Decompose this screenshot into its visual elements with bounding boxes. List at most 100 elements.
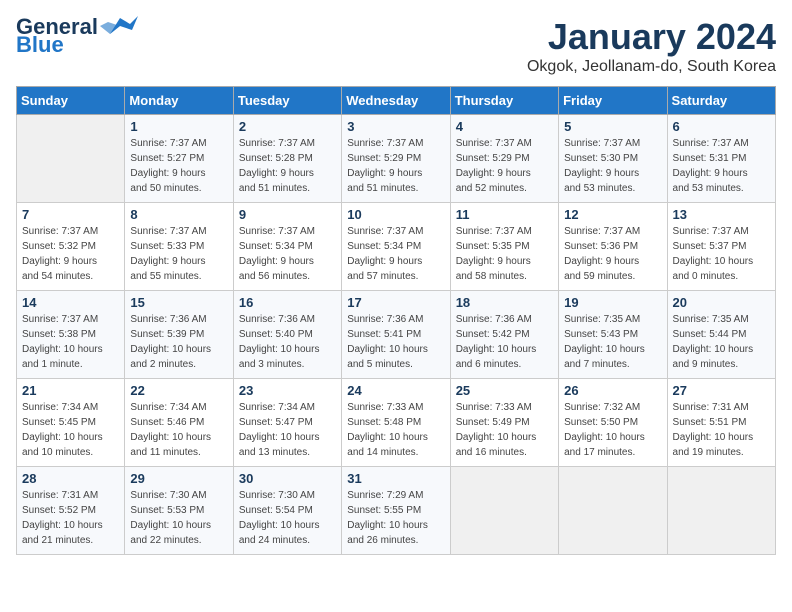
day-cell: 1 Sunrise: 7:37 AMSunset: 5:27 PMDaylight… xyxy=(125,115,233,203)
day-cell: 10 Sunrise: 7:37 AMSunset: 5:34 PMDayligh… xyxy=(342,203,450,291)
day-number: 15 xyxy=(130,295,227,310)
day-info: Sunrise: 7:36 AMSunset: 5:42 PMDaylight:… xyxy=(456,312,553,372)
day-info: Sunrise: 7:37 AMSunset: 5:27 PMDaylight:… xyxy=(130,136,227,196)
day-cell: 24 Sunrise: 7:33 AMSunset: 5:48 PMDayligh… xyxy=(342,379,450,467)
day-info: Sunrise: 7:32 AMSunset: 5:50 PMDaylight:… xyxy=(564,400,661,460)
day-info: Sunrise: 7:36 AMSunset: 5:40 PMDaylight:… xyxy=(239,312,336,372)
day-cell: 13Sunrise: 7:37 AMSunset: 5:37 PMDayligh… xyxy=(667,203,775,291)
day-cell xyxy=(450,467,558,555)
calendar-subtitle: Okgok, Jeollanam-do, South Korea xyxy=(527,58,776,76)
day-info: Sunrise: 7:37 AMSunset: 5:38 PMDaylight:… xyxy=(22,312,119,372)
day-cell: 17 Sunrise: 7:36 AMSunset: 5:41 PMDayligh… xyxy=(342,291,450,379)
day-cell: 18 Sunrise: 7:36 AMSunset: 5:42 PMDayligh… xyxy=(450,291,558,379)
day-number: 10 xyxy=(347,207,444,222)
logo-blue-text: Blue xyxy=(16,34,64,56)
calendar-title: January 2024 xyxy=(527,16,776,58)
day-number: 27 xyxy=(673,383,770,398)
day-cell: 5 Sunrise: 7:37 AMSunset: 5:30 PMDaylight… xyxy=(559,115,667,203)
day-info: Sunrise: 7:33 AMSunset: 5:48 PMDaylight:… xyxy=(347,400,444,460)
week-row-5: 28 Sunrise: 7:31 AMSunset: 5:52 PMDayligh… xyxy=(17,467,776,555)
day-info: Sunrise: 7:37 AMSunset: 5:36 PMDaylight:… xyxy=(564,224,661,284)
day-info: Sunrise: 7:31 AMSunset: 5:52 PMDaylight:… xyxy=(22,488,119,548)
day-cell: 7 Sunrise: 7:37 AMSunset: 5:32 PMDaylight… xyxy=(17,203,125,291)
week-row-2: 7 Sunrise: 7:37 AMSunset: 5:32 PMDaylight… xyxy=(17,203,776,291)
day-info: Sunrise: 7:31 AMSunset: 5:51 PMDaylight:… xyxy=(673,400,770,460)
day-info: Sunrise: 7:37 AMSunset: 5:35 PMDaylight:… xyxy=(456,224,553,284)
day-info: Sunrise: 7:37 AMSunset: 5:29 PMDaylight:… xyxy=(456,136,553,196)
day-info: Sunrise: 7:35 AMSunset: 5:43 PMDaylight:… xyxy=(564,312,661,372)
day-info: Sunrise: 7:37 AMSunset: 5:33 PMDaylight:… xyxy=(130,224,227,284)
column-header-monday: Monday xyxy=(125,87,233,115)
day-number: 4 xyxy=(456,119,553,134)
day-info: Sunrise: 7:37 AMSunset: 5:29 PMDaylight:… xyxy=(347,136,444,196)
day-number: 12 xyxy=(564,207,661,222)
day-cell xyxy=(17,115,125,203)
column-header-sunday: Sunday xyxy=(17,87,125,115)
column-header-saturday: Saturday xyxy=(667,87,775,115)
day-info: Sunrise: 7:35 AMSunset: 5:44 PMDaylight:… xyxy=(673,312,770,372)
page-header: General Blue January 2024 Okgok, Jeollan… xyxy=(16,16,776,76)
day-number: 11 xyxy=(456,207,553,222)
day-number: 3 xyxy=(347,119,444,134)
day-number: 29 xyxy=(130,471,227,486)
day-info: Sunrise: 7:34 AMSunset: 5:45 PMDaylight:… xyxy=(22,400,119,460)
day-cell: 16 Sunrise: 7:36 AMSunset: 5:40 PMDayligh… xyxy=(233,291,341,379)
day-cell: 4 Sunrise: 7:37 AMSunset: 5:29 PMDaylight… xyxy=(450,115,558,203)
day-info: Sunrise: 7:37 AMSunset: 5:28 PMDaylight:… xyxy=(239,136,336,196)
logo-bird-icon xyxy=(100,16,138,38)
week-row-1: 1 Sunrise: 7:37 AMSunset: 5:27 PMDaylight… xyxy=(17,115,776,203)
day-info: Sunrise: 7:29 AMSunset: 5:55 PMDaylight:… xyxy=(347,488,444,548)
day-number: 21 xyxy=(22,383,119,398)
day-number: 8 xyxy=(130,207,227,222)
day-number: 20 xyxy=(673,295,770,310)
day-info: Sunrise: 7:37 AMSunset: 5:30 PMDaylight:… xyxy=(564,136,661,196)
day-cell: 6 Sunrise: 7:37 AMSunset: 5:31 PMDaylight… xyxy=(667,115,775,203)
day-info: Sunrise: 7:30 AMSunset: 5:54 PMDaylight:… xyxy=(239,488,336,548)
day-number: 31 xyxy=(347,471,444,486)
day-info: Sunrise: 7:37 AMSunset: 5:34 PMDaylight:… xyxy=(239,224,336,284)
day-number: 5 xyxy=(564,119,661,134)
day-number: 23 xyxy=(239,383,336,398)
day-number: 1 xyxy=(130,119,227,134)
day-cell: 27 Sunrise: 7:31 AMSunset: 5:51 PMDayligh… xyxy=(667,379,775,467)
day-info: Sunrise: 7:37 AMSunset: 5:34 PMDaylight:… xyxy=(347,224,444,284)
day-cell: 12 Sunrise: 7:37 AMSunset: 5:36 PMDayligh… xyxy=(559,203,667,291)
day-cell xyxy=(559,467,667,555)
day-number: 18 xyxy=(456,295,553,310)
column-header-thursday: Thursday xyxy=(450,87,558,115)
day-number: 14 xyxy=(22,295,119,310)
day-number: 22 xyxy=(130,383,227,398)
logo: General Blue xyxy=(16,16,138,56)
day-info: Sunrise: 7:36 AMSunset: 5:39 PMDaylight:… xyxy=(130,312,227,372)
day-cell: 3 Sunrise: 7:37 AMSunset: 5:29 PMDaylight… xyxy=(342,115,450,203)
week-row-4: 21 Sunrise: 7:34 AMSunset: 5:45 PMDayligh… xyxy=(17,379,776,467)
day-cell: 15 Sunrise: 7:36 AMSunset: 5:39 PMDayligh… xyxy=(125,291,233,379)
day-info: Sunrise: 7:37 AMSunset: 5:31 PMDaylight:… xyxy=(673,136,770,196)
day-number: 24 xyxy=(347,383,444,398)
day-number: 16 xyxy=(239,295,336,310)
day-number: 13 xyxy=(673,207,770,222)
day-number: 17 xyxy=(347,295,444,310)
day-number: 6 xyxy=(673,119,770,134)
day-cell: 2Sunrise: 7:37 AMSunset: 5:28 PMDaylight… xyxy=(233,115,341,203)
day-info: Sunrise: 7:37 AMSunset: 5:32 PMDaylight:… xyxy=(22,224,119,284)
day-cell xyxy=(667,467,775,555)
calendar-header-row: SundayMondayTuesdayWednesdayThursdayFrid… xyxy=(17,87,776,115)
day-info: Sunrise: 7:34 AMSunset: 5:47 PMDaylight:… xyxy=(239,400,336,460)
day-number: 28 xyxy=(22,471,119,486)
day-cell: 28 Sunrise: 7:31 AMSunset: 5:52 PMDayligh… xyxy=(17,467,125,555)
day-number: 7 xyxy=(22,207,119,222)
title-block: January 2024 Okgok, Jeollanam-do, South … xyxy=(527,16,776,76)
day-info: Sunrise: 7:33 AMSunset: 5:49 PMDaylight:… xyxy=(456,400,553,460)
column-header-friday: Friday xyxy=(559,87,667,115)
day-cell: 25Sunrise: 7:33 AMSunset: 5:49 PMDayligh… xyxy=(450,379,558,467)
day-info: Sunrise: 7:30 AMSunset: 5:53 PMDaylight:… xyxy=(130,488,227,548)
day-cell: 20 Sunrise: 7:35 AMSunset: 5:44 PMDayligh… xyxy=(667,291,775,379)
day-cell: 22Sunrise: 7:34 AMSunset: 5:46 PMDayligh… xyxy=(125,379,233,467)
week-row-3: 14 Sunrise: 7:37 AMSunset: 5:38 PMDayligh… xyxy=(17,291,776,379)
day-info: Sunrise: 7:36 AMSunset: 5:41 PMDaylight:… xyxy=(347,312,444,372)
day-cell: 11 Sunrise: 7:37 AMSunset: 5:35 PMDayligh… xyxy=(450,203,558,291)
column-header-wednesday: Wednesday xyxy=(342,87,450,115)
column-header-tuesday: Tuesday xyxy=(233,87,341,115)
day-cell: 26Sunrise: 7:32 AMSunset: 5:50 PMDayligh… xyxy=(559,379,667,467)
